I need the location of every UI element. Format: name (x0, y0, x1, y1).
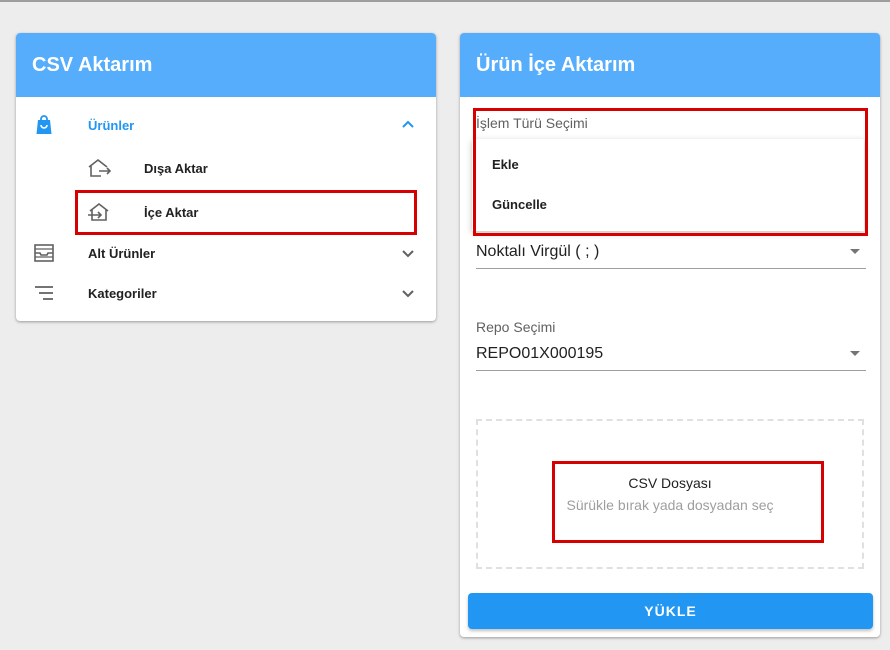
chevron-down-icon[interactable] (396, 281, 420, 305)
csv-transfer-nav-card: CSV Aktarım Ürünler Dışa Aktar İçe Aktar (16, 33, 436, 321)
operation-type-label: İşlem Türü Seçimi (476, 115, 588, 131)
chevron-down-icon[interactable] (396, 241, 420, 265)
nav-label-categories: Kategoriler (88, 285, 157, 301)
list-icon (35, 286, 53, 300)
nav-subitem-import[interactable]: İçe Aktar (76, 192, 416, 232)
nav-label-products: Ürünler (88, 117, 135, 133)
dropdown-option-update[interactable]: Güncelle (472, 185, 864, 225)
dropzone-title: CSV Dosyası (628, 475, 712, 491)
nav-item-categories[interactable]: Kategoriler (16, 273, 436, 313)
operation-type-dropdown-menu: Ekle Güncelle (472, 139, 864, 231)
nav-subitem-export-label: Dışa Aktar (144, 161, 208, 176)
repo-select-label: Repo Seçimi (476, 319, 556, 335)
nav-item-sub-products[interactable]: Alt Ürünler (16, 233, 436, 273)
dropdown-arrow-icon (850, 249, 860, 254)
nav-subitem-import-label: İçe Aktar (144, 205, 199, 220)
nav-card-title: CSV Aktarım (16, 33, 436, 97)
product-import-card: Ürün İçe Aktarım Noktalı Virgül ( ; ) Re… (460, 33, 880, 637)
repo-select[interactable]: REPO01X000195 (476, 337, 866, 371)
chevron-up-icon[interactable] (396, 113, 420, 137)
inbox-icon (34, 244, 54, 262)
dropdown-arrow-icon (850, 351, 860, 356)
window-top-border (0, 0, 890, 2)
dropzone-subtitle: Sürükle bırak yada dosyadan seç (566, 497, 774, 513)
nav-item-products[interactable]: Ürünler (16, 105, 436, 145)
delimiter-select-value: Noktalı Virgül ( ; ) (476, 243, 600, 260)
import-card-title: Ürün İçe Aktarım (460, 33, 880, 97)
nav-label-sub-products: Alt Ürünler (88, 245, 156, 261)
import-icon (88, 202, 109, 221)
export-icon (88, 158, 112, 177)
shopping-bag-icon (36, 115, 52, 134)
upload-button[interactable]: YÜKLE (468, 593, 873, 629)
delimiter-select[interactable]: Noktalı Virgül ( ; ) (476, 235, 866, 269)
dropdown-option-add[interactable]: Ekle (472, 145, 864, 185)
csv-file-dropzone[interactable]: CSV Dosyası Sürükle bırak yada dosyadan … (476, 419, 864, 569)
nav-subitem-export[interactable]: Dışa Aktar (76, 148, 416, 188)
repo-select-value: REPO01X000195 (476, 345, 604, 362)
